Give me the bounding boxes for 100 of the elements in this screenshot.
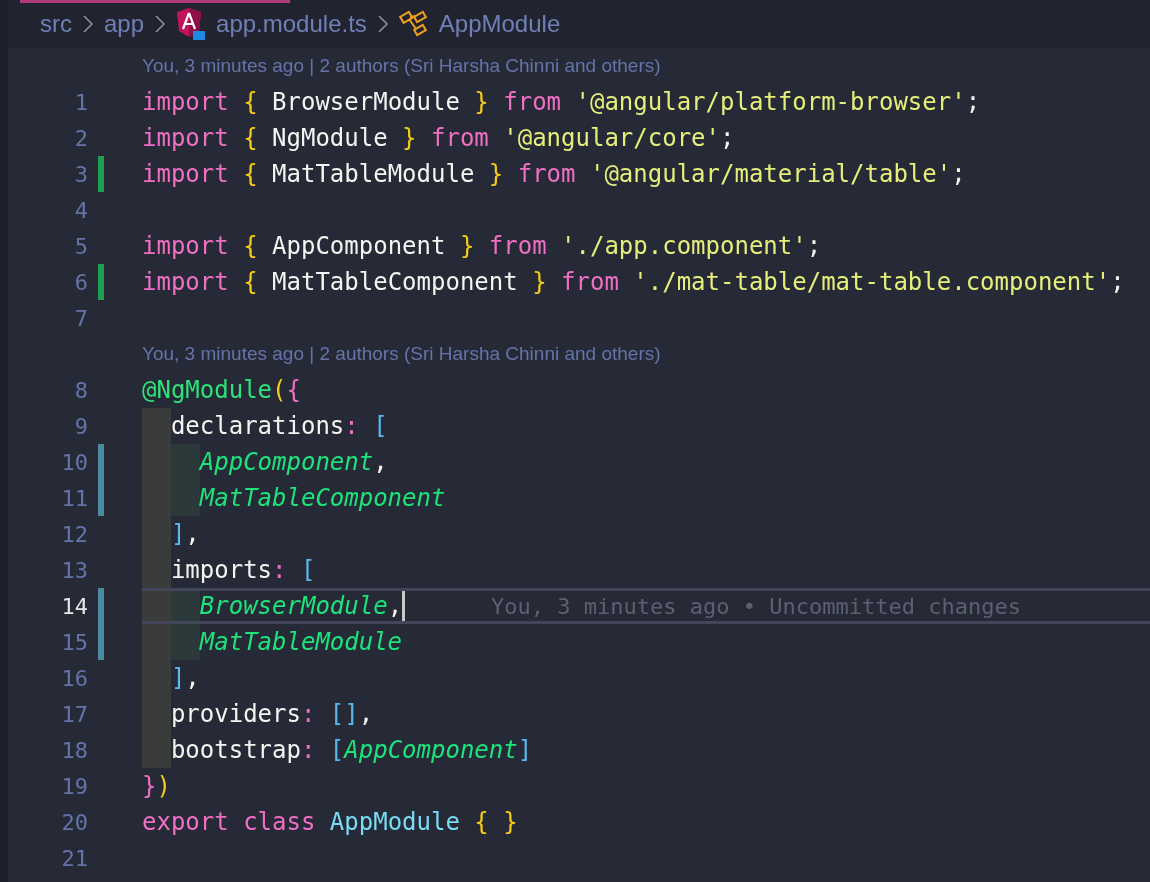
code-token: import (142, 123, 230, 154)
code-token: [ (300, 555, 316, 586)
line-number: 6 (73, 268, 88, 297)
code-token: { (243, 231, 258, 262)
line-number: 17 (60, 700, 88, 729)
line-number: 12 (60, 520, 88, 549)
breadcrumb-symbol[interactable]: AppModule (438, 12, 561, 36)
code-token: } (459, 231, 476, 262)
indent-guide (170, 591, 200, 621)
code-token: } (488, 159, 505, 190)
line-number: 2 (73, 124, 88, 153)
line-number: 13 (60, 556, 88, 585)
code-token: } (474, 87, 490, 118)
line-number: 1 (73, 88, 88, 117)
code-token: , (358, 699, 374, 730)
code-token: MatTableComponent (271, 267, 519, 298)
line-number: 15 (60, 628, 88, 657)
code-token: ( (272, 375, 287, 406)
code-token: { (243, 159, 258, 190)
code-token: './app.component' (561, 231, 807, 262)
code-token: AppModule (329, 807, 461, 838)
line-number: 3 (73, 160, 88, 189)
code-token: { (243, 123, 258, 154)
code-token: , (387, 591, 403, 622)
code-token: import (142, 159, 230, 190)
code-token: import (142, 267, 230, 298)
line-number: 10 (60, 448, 88, 477)
codelens-blame[interactable]: You, 3 minutes ago | 2 authors (Sri Harsha Chinni and others) (142, 51, 661, 81)
code-token: declarations (170, 411, 345, 442)
code-token: : (344, 411, 360, 442)
breadcrumb-folder[interactable]: src (40, 12, 72, 36)
code-token: from (561, 267, 620, 298)
code-token: import (142, 231, 230, 262)
code-token: { (243, 87, 258, 118)
code-token: , (185, 519, 200, 550)
code-token: : (300, 735, 317, 766)
indent-guide (142, 552, 171, 588)
line-number: 16 (60, 664, 88, 693)
code-token: AppComponent (271, 231, 447, 262)
code-token: import (142, 87, 230, 118)
indent-guide (142, 591, 171, 621)
code-token: { (286, 375, 301, 406)
code-token: AppComponent (199, 447, 374, 478)
code-token: } (402, 123, 418, 154)
code-token: class (243, 807, 317, 838)
code-token: './mat-table/mat-table.component' (633, 267, 1111, 298)
code-token: ; (951, 159, 966, 190)
indent-guide (142, 624, 171, 660)
code-token: AppComponent (344, 735, 518, 766)
line-number: 8 (73, 376, 88, 405)
code-token: : (300, 699, 317, 730)
code-token: ; (806, 231, 822, 262)
code-token: : (272, 555, 288, 586)
code-token: BrowserModule (199, 591, 388, 622)
line-number: 21 (60, 844, 88, 873)
code-token: MatTableModule (271, 159, 476, 190)
code-token: ; (720, 123, 735, 154)
code-token: [ (373, 411, 388, 442)
code-token: providers (170, 699, 301, 730)
code-token: ] (170, 663, 186, 694)
code-token: '@angular/core' (503, 123, 720, 154)
code-token: { } (474, 807, 518, 838)
code-token: [] (329, 699, 359, 730)
code-token: '@angular/material/table' (589, 159, 952, 190)
code-token: '@angular/platform-browser' (575, 87, 966, 118)
line-number: 9 (73, 412, 88, 441)
code-token: ; (1110, 267, 1125, 298)
code-token: export (142, 807, 230, 838)
code-token: from (517, 159, 577, 190)
line-number: 5 (73, 232, 88, 261)
code-token: @NgModule (142, 375, 273, 406)
code-token: } (532, 267, 548, 298)
line-number: 7 (73, 304, 88, 333)
code-token: ) (156, 771, 171, 802)
code-token: from (488, 231, 548, 262)
code-token: { (243, 267, 258, 298)
codelens-blame[interactable]: You, 3 minutes ago | 2 authors (Sri Harsha Chinni and others) (142, 339, 661, 369)
inline-blame: You, 3 minutes ago • Uncommitted changes (491, 592, 1021, 621)
line-number: 20 (60, 808, 88, 837)
code-token: from (503, 87, 563, 118)
line-number: 19 (60, 772, 88, 801)
chevron-right-icon (376, 14, 389, 34)
code-token: ; (965, 87, 981, 118)
code-token: MatTableModule (199, 627, 403, 658)
code-token: } (142, 771, 157, 802)
breadcrumb-folder[interactable]: app (104, 12, 145, 36)
module-symbol-icon (398, 10, 429, 38)
chevron-right-icon (82, 14, 94, 34)
code-token: ] (517, 735, 533, 766)
line-number: 11 (60, 484, 88, 513)
code-token: , (185, 663, 200, 694)
breadcrumb-file[interactable]: app.module.ts (216, 12, 367, 36)
text-cursor (402, 591, 406, 621)
line-number: 14 (60, 592, 88, 621)
line-number: 4 (73, 196, 88, 225)
indent-guide (170, 624, 200, 660)
chevron-right-icon (154, 14, 167, 34)
code-token: , (373, 447, 388, 478)
code-token: ] (170, 519, 186, 550)
code-token: from (431, 123, 490, 154)
